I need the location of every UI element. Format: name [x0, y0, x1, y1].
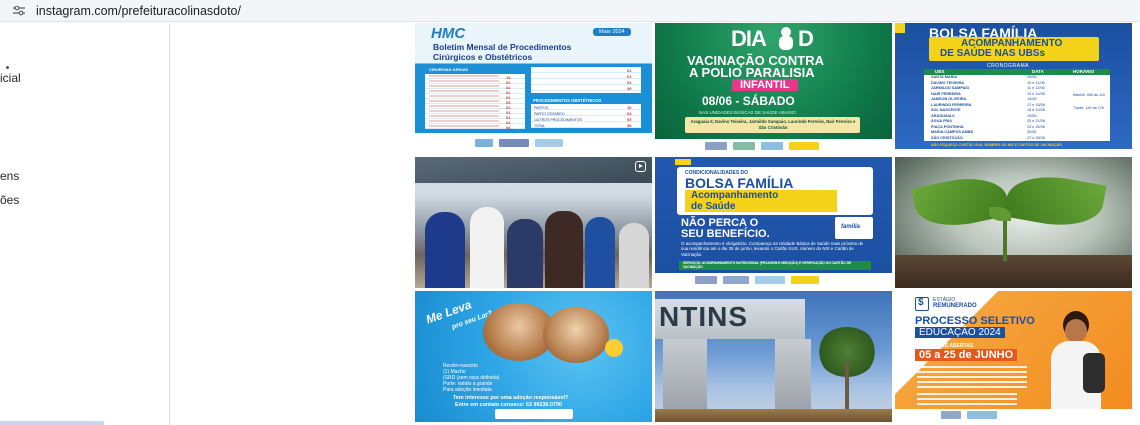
crono-header-ubs: UBS: [935, 69, 945, 74]
bolsa-benef-sub2: de Saúde: [691, 201, 736, 212]
crono-header-data: DATA: [1032, 69, 1044, 74]
crono-header-horario: HORÁRIO: [1073, 69, 1095, 74]
student-figure: [470, 207, 504, 288]
mascot-icon: [777, 27, 795, 51]
hmc-obst-row: TOTAL: [534, 124, 546, 128]
student-figure: [545, 211, 583, 288]
bolsa-benef-title: BOLSA FAMÍLIA: [685, 175, 794, 191]
polio-d: D: [798, 26, 814, 51]
hmc-right-table: 01 01 01 49 PROCEDIMENTOS OBSTÉTRICOS PA…: [531, 67, 641, 129]
crono-time-afternoon: Tarde: 14h às 17h: [1073, 106, 1105, 110]
seletivo-brand2: REMUNERADO: [933, 303, 977, 309]
sidebar-item-notificacoes[interactable]: ões: [0, 193, 19, 207]
gate-pillar: [663, 339, 707, 413]
bottom-scroll-indicator: [0, 421, 104, 425]
crono-ubs: JARMILDO SAMPAIO: [931, 86, 970, 90]
sidebar-item-inicial[interactable]: icial: [0, 71, 21, 85]
hmc-logo: HMC: [431, 25, 466, 42]
stripe-decoration: [675, 159, 691, 165]
post-adoption[interactable]: Me Leva pro seu Lar? Recém-nascido (1) M…: [415, 291, 652, 422]
bolsa-benef-footer: SERVIÇOS: ACOMPANHAMENTO NUTRICIONAL (PE…: [683, 261, 852, 269]
bolsa-benef-sub1: Acompanhamento: [691, 190, 779, 201]
gate-pillar: [775, 339, 811, 413]
post-school-photo[interactable]: [415, 157, 652, 288]
polio-footer: [655, 139, 892, 154]
hmc-left-value: 04: [506, 125, 511, 130]
bolsa-benef-headline2: SEU BENEFÍCIO.: [681, 228, 770, 240]
post-dia-d-polio[interactable]: DIA D VACINAÇÃO CONTRA A POLIO PARALISIA…: [655, 23, 892, 154]
post-processo-seletivo[interactable]: $ ESTÁGIO REMUNERADO PROCESSO SELETIVO E…: [895, 291, 1132, 422]
reel-icon: [635, 161, 646, 172]
adoption-contact: Entre em contato conosco: 63 99236.0790: [455, 402, 562, 408]
tent-canopy: [415, 157, 652, 183]
crono-date: 20 e 21/06: [1027, 119, 1045, 123]
student-figure: [619, 223, 649, 288]
polio-dia: DIA: [731, 26, 767, 51]
hmc-subtitle: Cirúrgicos e Obstétricos: [433, 52, 533, 62]
plant-stem: [1003, 217, 1007, 261]
crono-bottom-strip: [895, 149, 1132, 154]
post-bolsa-cronograma[interactable]: BOLSA FAMÍLIA ACOMPANHAMENTO DE SAÚDE NA…: [895, 23, 1132, 154]
post-bolsa-beneficio[interactable]: CONDICIONALIDADES DO BOLSA FAMÍLIA Acomp…: [655, 157, 892, 288]
hmc-footer: [415, 133, 652, 154]
crono-time-morning: Manhã: 08h às 11h: [1072, 93, 1106, 97]
sidebar-item-mensagens[interactable]: ens: [0, 169, 19, 183]
soil: [895, 255, 1132, 288]
polio-line2: A POLIO PARALISIA: [689, 65, 815, 80]
heart-eyes-emoji-icon: [605, 339, 623, 357]
hmc-obst-value: 38: [627, 123, 632, 128]
gate-sign-text: NTINS: [659, 301, 748, 332]
post-plant-photo[interactable]: [895, 157, 1132, 288]
student-figure: [507, 219, 543, 288]
polio-line3: INFANTIL: [732, 79, 798, 91]
seletivo-details: [917, 393, 1017, 405]
tune-icon[interactable]: [12, 4, 26, 18]
bolsa-crono-sub2: DE SAÚDE NAS UBSs: [940, 48, 1046, 59]
sidebar-nav: icial ens ões: [0, 23, 170, 425]
ground: [655, 409, 892, 422]
bolsa-familia-logo-text: família: [841, 224, 861, 230]
polio-sub: NAS UNIDADES BÁSICAS DE SAÚDE ABAIXO:: [699, 110, 797, 115]
crono-ubs: SÃO CRISTÓVÃO: [931, 135, 963, 140]
post-city-gate[interactable]: NTINS: [655, 291, 892, 422]
puppy-photo: [543, 307, 609, 363]
seletivo-title2: EDUCAÇÃO 2024: [915, 327, 1005, 338]
seletivo-logos: [895, 409, 1132, 422]
nav-bullet: [6, 66, 9, 69]
bolsa-benef-body: O acompanhamento é obrigatório. Compareç…: [681, 241, 864, 257]
bolsa-crono-footer: NÃO ESQUEÇA CARTÃO SUS, NÚMERO DO NIS E …: [931, 143, 1062, 147]
student-with-backpack: [1045, 311, 1107, 422]
seletivo-details: [917, 366, 1027, 390]
post-grid: HMC Maio 2024 Boletim Mensal de Procedim…: [415, 23, 1135, 425]
adoption-question: Tem interesse por uma adoção responsável…: [453, 395, 569, 401]
hmc-right-header: PROCEDIMENTOS OBSTÉTRICOS: [533, 98, 602, 103]
hmc-left-table: CIRURGIAS GERAIS 14 02 02 01 02 03 01 01…: [425, 67, 525, 130]
crono-ubs: MARIA CAMPOS AMBS: [931, 130, 974, 134]
seletivo-title1: PROCESSO SELETIVO: [915, 315, 1035, 327]
bolsa-benef-logos: [655, 273, 892, 288]
corner-stripe: [895, 23, 905, 33]
student-figure: [425, 212, 465, 288]
polio-places: Araguaia II, Davino Teixeira, Jarmildo S…: [690, 119, 856, 130]
adoption-logos: [495, 409, 573, 419]
adoption-item: Para adoção imediata: [443, 387, 492, 393]
hmc-left-header: CIRURGIAS GERAIS: [429, 67, 468, 72]
hmc-title: Boletim Mensal de Procedimentos: [433, 42, 572, 52]
palm-trunk: [845, 361, 849, 413]
hmc-date-badge: Maio 2024: [593, 28, 631, 36]
url-text[interactable]: instagram.com/prefeituracolinasdoto/: [36, 4, 241, 18]
polio-date: 08/06 - SÁBADO: [702, 94, 795, 108]
dollar-glyph: $: [918, 297, 924, 308]
crono-date: 18 e 19/06: [1027, 108, 1045, 112]
hmc-right-value: 49: [627, 86, 632, 91]
student-figure: [585, 217, 615, 288]
crono-date: 27 e 28/06: [1027, 135, 1045, 140]
crono-date: 11 e 12/06: [1027, 86, 1045, 90]
seletivo-dates: 05 a 25 de JUNHO: [915, 349, 1018, 361]
address-bar[interactable]: instagram.com/prefeituracolinasdoto/: [0, 0, 1140, 22]
post-hmc-boletim[interactable]: HMC Maio 2024 Boletim Mensal de Procedim…: [415, 23, 652, 154]
